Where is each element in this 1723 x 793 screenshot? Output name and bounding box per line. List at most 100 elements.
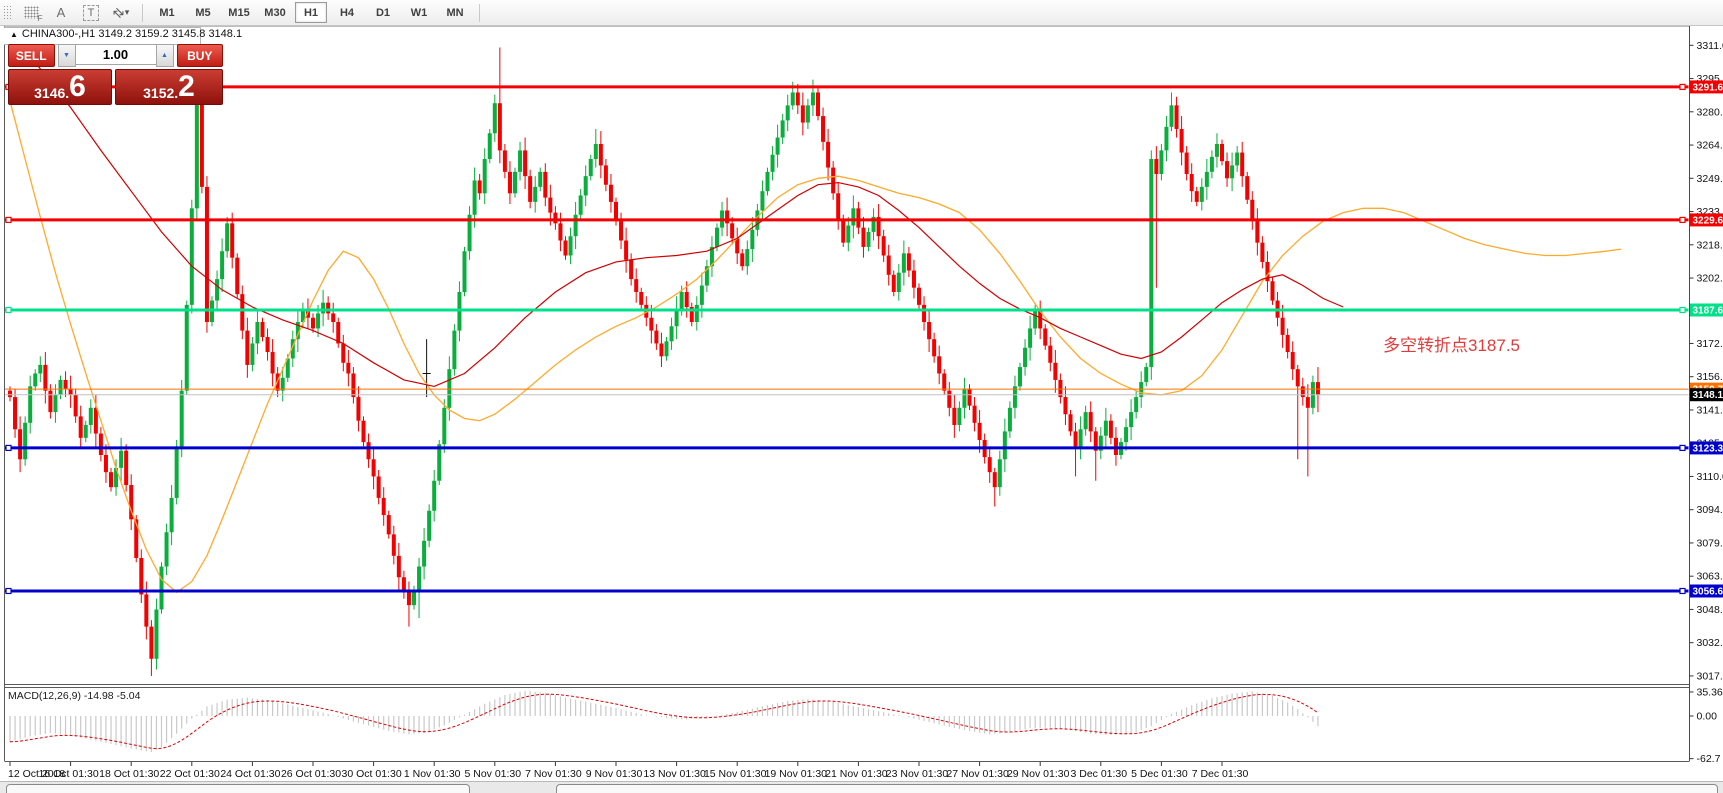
- candle-body: [1260, 243, 1264, 262]
- candle-body: [957, 408, 961, 425]
- candle-body: [311, 318, 315, 329]
- candle-body: [1003, 431, 1007, 459]
- fibonacci-icon[interactable]: F: [17, 2, 45, 24]
- date-tick-label: 5 Dec 01:30: [1131, 768, 1188, 780]
- price-badge: 3148.1: [1690, 388, 1723, 401]
- bottom-pane-right: [556, 784, 1718, 793]
- candle-body: [907, 253, 911, 270]
- date-tick-label: 30 Oct 01:30: [342, 768, 402, 780]
- line-handle[interactable]: [6, 445, 11, 450]
- date-tick-label: 5 Nov 01:30: [464, 768, 521, 780]
- line-handle[interactable]: [6, 307, 11, 312]
- candle-body: [988, 457, 992, 472]
- candle-body: [781, 120, 785, 137]
- buy-price-display[interactable]: 3152.2: [115, 69, 223, 105]
- candle-body: [821, 116, 825, 142]
- bottom-panel-strip: [0, 781, 1723, 793]
- candle-body: [513, 172, 517, 193]
- line-handle[interactable]: [1680, 307, 1685, 312]
- candle-body: [1129, 412, 1133, 427]
- candle-body: [1033, 311, 1037, 328]
- candle-body: [1018, 367, 1022, 386]
- candle-body: [558, 223, 562, 240]
- tf-h4[interactable]: H4: [331, 2, 363, 23]
- line-handle[interactable]: [1680, 217, 1685, 222]
- volume-decrease-button[interactable]: ▼: [58, 44, 76, 67]
- arrow-tools-icon[interactable]: ⇄▾: [107, 2, 135, 24]
- mt4-window: F A T ⇄▾ M1 M5 M15 M30 H1 H4 D1 W1 MN 33…: [0, 0, 1723, 793]
- candle-body: [261, 322, 265, 337]
- chart-canvas[interactable]: 3311.03295.53280.03264.53249.03233.53218…: [0, 0, 1723, 793]
- candle-body: [968, 389, 972, 406]
- candle-body: [321, 303, 325, 314]
- sell-button[interactable]: SELL: [8, 44, 55, 67]
- collapse-arrow-icon[interactable]: ▲: [10, 30, 18, 39]
- line-handle[interactable]: [6, 217, 11, 222]
- candle-body: [1255, 221, 1259, 242]
- sell-price-display[interactable]: 3146.6: [8, 69, 112, 105]
- price-tick-label: 3202.5: [1697, 273, 1723, 285]
- tf-m15[interactable]: M15: [223, 2, 255, 23]
- tf-w1[interactable]: W1: [403, 2, 435, 23]
- chart-text-annotation[interactable]: 多空转折点3187.5: [1383, 331, 1520, 356]
- candle-body: [892, 275, 896, 292]
- candle-body: [826, 142, 830, 168]
- line-handle[interactable]: [6, 588, 11, 593]
- candle-body: [23, 423, 27, 459]
- tf-m1[interactable]: M1: [151, 2, 183, 23]
- text-icon[interactable]: A: [47, 2, 75, 24]
- candle-body: [1124, 427, 1128, 442]
- line-handle[interactable]: [1680, 588, 1685, 593]
- candle-body: [1190, 174, 1194, 191]
- chart-title: ▲CHINA300-,H1 3149.2 3159.2 3145.8 3148.…: [10, 28, 242, 40]
- candle-body: [154, 609, 158, 658]
- candle-body: [382, 498, 386, 515]
- candle-body: [776, 138, 780, 155]
- tf-m30[interactable]: M30: [259, 2, 291, 23]
- candle-body: [144, 594, 148, 626]
- candle-body: [351, 373, 355, 397]
- candle-body: [1149, 159, 1153, 367]
- candle-body: [84, 425, 88, 438]
- date-tick-label: 26 Oct 01:30: [281, 768, 341, 780]
- candle-body: [397, 556, 401, 577]
- volume-increase-button[interactable]: ▲: [156, 44, 174, 67]
- candle-body: [584, 176, 588, 195]
- tf-m5[interactable]: M5: [187, 2, 219, 23]
- candle-body: [89, 408, 93, 425]
- candle-body: [180, 391, 184, 447]
- candle-body: [1053, 363, 1057, 380]
- candle-body: [604, 165, 608, 184]
- tf-d1[interactable]: D1: [367, 2, 399, 23]
- line-handle[interactable]: [1680, 84, 1685, 89]
- candle-body: [553, 213, 557, 224]
- candle-body: [422, 541, 426, 567]
- svg-text:3123.3: 3123.3: [1693, 443, 1723, 454]
- price-tick-label: 3156.5: [1697, 371, 1723, 383]
- tf-mn[interactable]: MN: [439, 2, 471, 23]
- candle-body: [887, 256, 891, 275]
- tf-h1[interactable]: H1: [295, 2, 327, 23]
- macd-tick-label: 0.00: [1697, 711, 1718, 723]
- candle-body: [1240, 153, 1244, 177]
- toolbar-separator: [479, 4, 480, 22]
- candle-body: [220, 251, 224, 279]
- candle-body: [917, 288, 921, 305]
- price-badge: 3056.6: [1690, 584, 1723, 597]
- candle-body: [1230, 165, 1234, 178]
- date-axis[interactable]: 12 Oct 201816 Oct 01:3018 Oct 01:3022 Oc…: [8, 762, 1248, 780]
- volume-input[interactable]: 1.00: [76, 44, 156, 65]
- candle-body: [94, 408, 98, 434]
- line-handle[interactable]: [1680, 445, 1685, 450]
- candle-body: [639, 292, 643, 305]
- date-tick-label: 24 Oct 01:30: [220, 768, 280, 780]
- candle-body: [1134, 397, 1138, 412]
- sell-price-pip: 6: [69, 72, 86, 102]
- candle-body: [791, 92, 795, 105]
- candle-body: [816, 92, 820, 116]
- candle-body: [99, 434, 103, 455]
- text-label-icon[interactable]: T: [77, 2, 105, 24]
- candle-body: [13, 397, 17, 429]
- candle-body: [685, 292, 689, 307]
- buy-button[interactable]: BUY: [177, 44, 224, 67]
